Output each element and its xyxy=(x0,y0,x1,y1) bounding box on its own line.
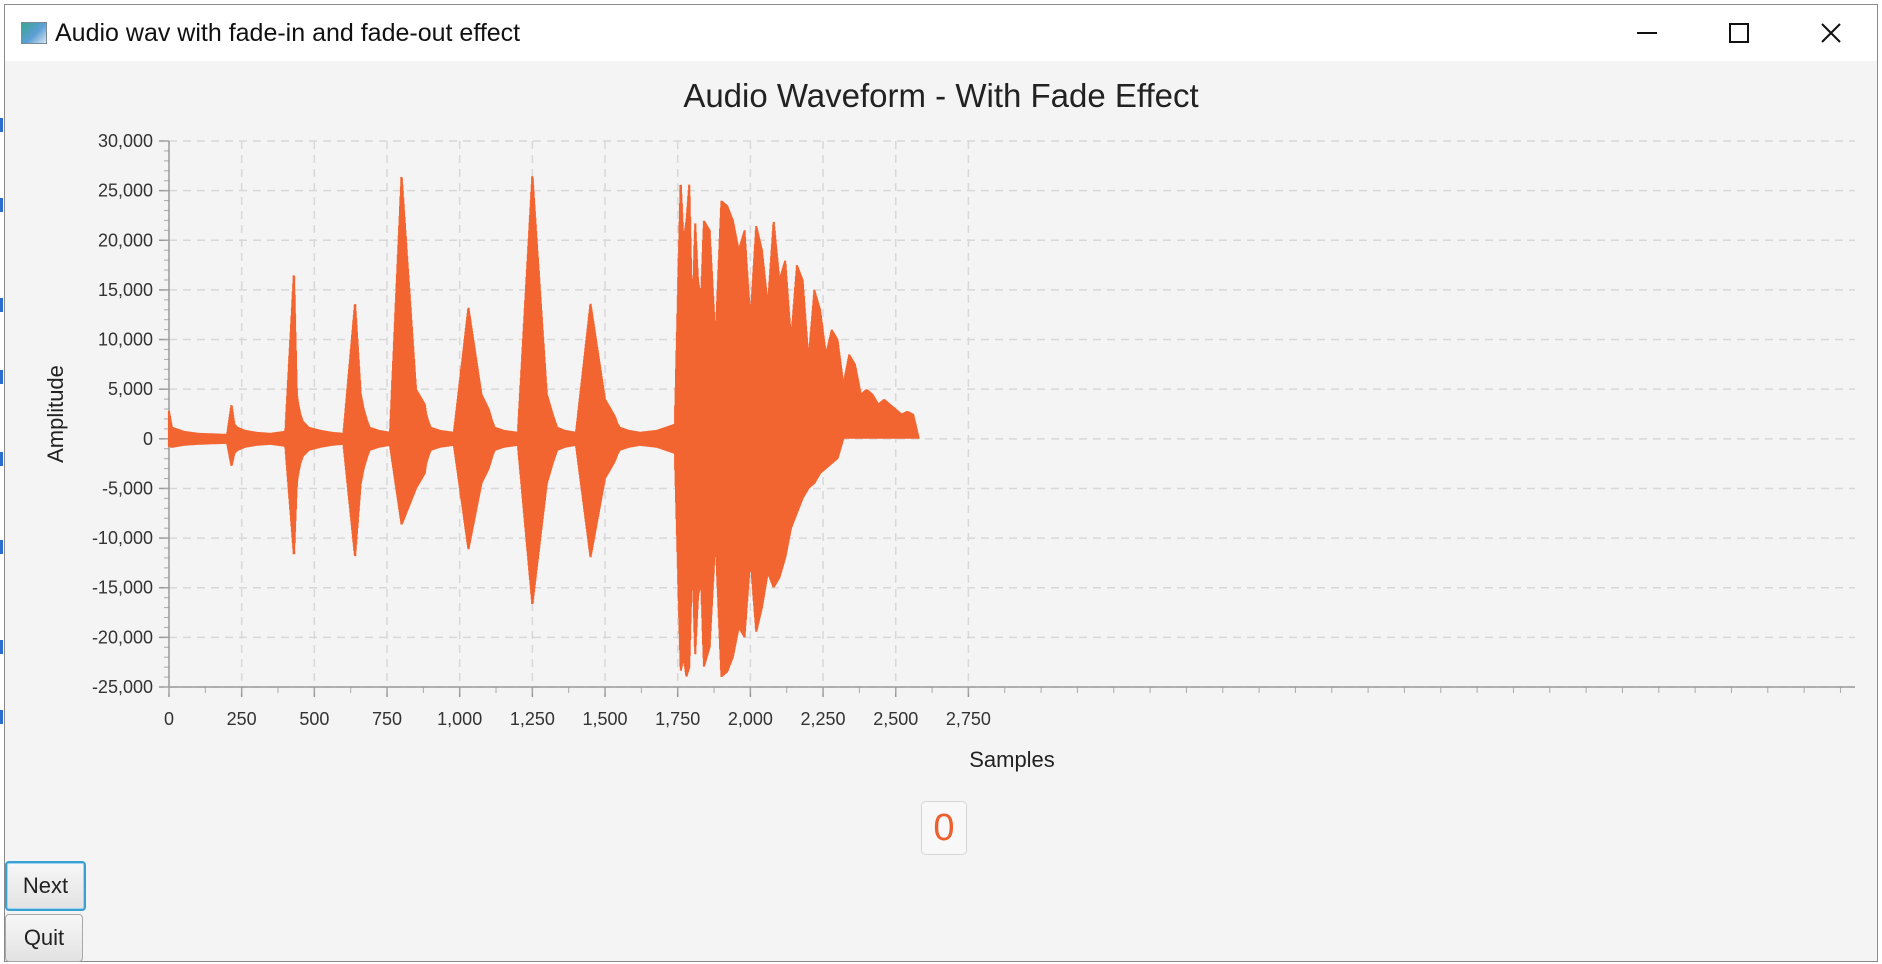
quit-button[interactable]: Quit xyxy=(5,914,83,962)
background-link-mark xyxy=(0,370,3,384)
y-tick-label: 0 xyxy=(143,429,153,449)
x-tick-label: 2,500 xyxy=(873,709,918,729)
y-tick-label: -5,000 xyxy=(102,478,153,498)
next-button[interactable]: Next xyxy=(5,861,86,911)
x-tick-label: 0 xyxy=(164,709,174,729)
x-tick-label: 2,250 xyxy=(801,709,846,729)
x-tick-label: 2,750 xyxy=(946,709,991,729)
background-link-mark xyxy=(0,198,3,212)
sample-counter: 0 xyxy=(921,801,967,855)
background-link-mark xyxy=(0,298,3,312)
y-tick-label: 30,000 xyxy=(98,131,153,151)
x-tick-label: 2,000 xyxy=(728,709,773,729)
background-link-mark xyxy=(0,640,3,654)
y-tick-label: 15,000 xyxy=(98,280,153,300)
x-axis-label: Samples xyxy=(969,747,1055,772)
y-tick-label: 5,000 xyxy=(108,379,153,399)
x-tick-label: 1,750 xyxy=(655,709,700,729)
background-link-mark xyxy=(0,540,3,554)
background-link-mark xyxy=(0,710,3,724)
background-link-mark xyxy=(0,452,3,466)
y-tick-label: -25,000 xyxy=(92,677,153,697)
x-tick-label: 250 xyxy=(227,709,257,729)
y-tick-label: -20,000 xyxy=(92,627,153,647)
waveform-line xyxy=(167,176,920,677)
background-link-mark xyxy=(0,118,3,132)
x-tick-label: 1,250 xyxy=(510,709,555,729)
app-window: Audio wav with fade-in and fade-out effe… xyxy=(4,4,1878,962)
y-tick-label: 20,000 xyxy=(98,230,153,250)
x-tick-label: 1,500 xyxy=(583,709,628,729)
y-tick-label: 10,000 xyxy=(98,330,153,350)
y-tick-label: -10,000 xyxy=(92,528,153,548)
x-tick-label: 750 xyxy=(372,709,402,729)
y-tick-label: 25,000 xyxy=(98,181,153,201)
y-axis-label: Amplitude xyxy=(43,365,68,463)
x-tick-label: 500 xyxy=(299,709,329,729)
y-tick-label: -15,000 xyxy=(92,578,153,598)
x-tick-label: 1,000 xyxy=(437,709,482,729)
